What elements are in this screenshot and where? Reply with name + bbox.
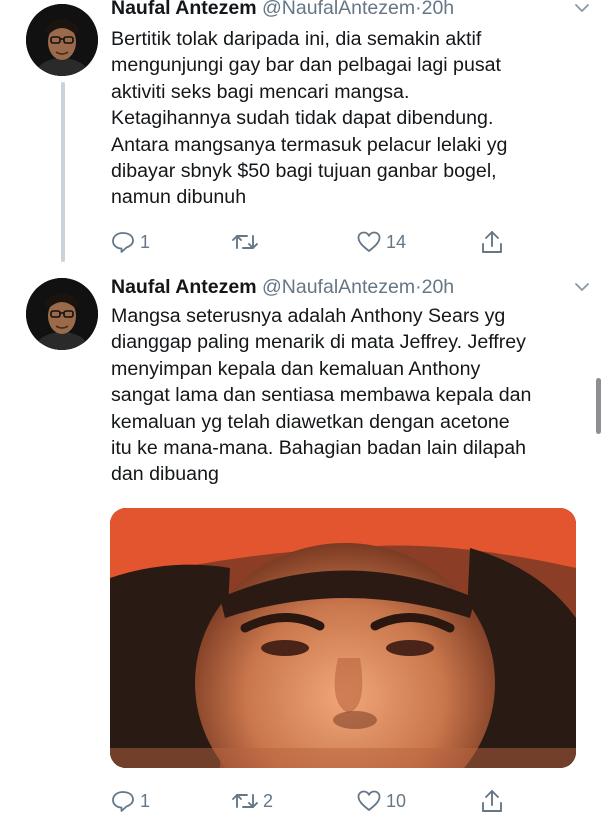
timestamp[interactable]: 20h	[422, 276, 455, 298]
heart-icon	[356, 789, 382, 813]
reply-count: 1	[140, 231, 151, 252]
tweet-header: Naufal Antezem @NaufalAntezem·20h	[111, 0, 592, 22]
tweet-photo[interactable]	[110, 508, 576, 768]
retweet-button[interactable]	[231, 228, 263, 256]
avatar[interactable]	[26, 4, 98, 76]
display-name[interactable]: Naufal Antezem	[111, 0, 257, 19]
scrollbar[interactable]	[596, 378, 601, 434]
chevron-down-icon[interactable]	[572, 0, 592, 18]
reply-icon	[110, 789, 136, 813]
reply-icon	[110, 230, 136, 254]
share-icon	[480, 229, 504, 255]
user-handle[interactable]: @NaufalAntezem	[262, 0, 415, 19]
tweet-text: Mangsa seterusnya adalah Anthony Sears y…	[111, 305, 532, 486]
retweet-icon	[231, 230, 259, 254]
retweet-button[interactable]: 2	[231, 787, 273, 815]
like-button[interactable]: 10	[356, 787, 406, 815]
retweet-icon	[231, 789, 259, 813]
tweet-actions: 1 2 10	[108, 787, 508, 815]
user-handle[interactable]: @NaufalAntezem	[262, 276, 415, 298]
share-icon	[480, 788, 504, 814]
tweet-text: Bertitik tolak daripada ini, dia semakin…	[111, 28, 508, 209]
display-name[interactable]: Naufal Antezem	[111, 276, 257, 298]
tweet-header: Naufal Antezem @NaufalAntezem·20h	[111, 273, 592, 301]
reply-button[interactable]: 1	[110, 787, 150, 815]
retweet-count: 2	[263, 790, 274, 811]
tweet[interactable]: Naufal Antezem @NaufalAntezem·20h Bertit…	[0, 0, 612, 268]
like-button[interactable]: 14	[356, 228, 406, 256]
heart-icon	[356, 230, 382, 254]
like-count: 14	[386, 231, 407, 252]
share-button[interactable]	[480, 787, 504, 815]
reply-button[interactable]: 1	[110, 228, 150, 256]
like-count: 10	[386, 790, 407, 811]
tweet-actions: 1 14	[108, 228, 508, 256]
avatar[interactable]	[26, 278, 98, 350]
timestamp[interactable]: 20h	[422, 0, 455, 19]
tweet[interactable]: Naufal Antezem @NaufalAntezem·20h Mangsa…	[0, 268, 612, 834]
reply-count: 1	[140, 790, 151, 811]
share-button[interactable]	[480, 228, 504, 256]
thread-connector-line	[61, 82, 65, 262]
chevron-down-icon[interactable]	[572, 277, 592, 297]
